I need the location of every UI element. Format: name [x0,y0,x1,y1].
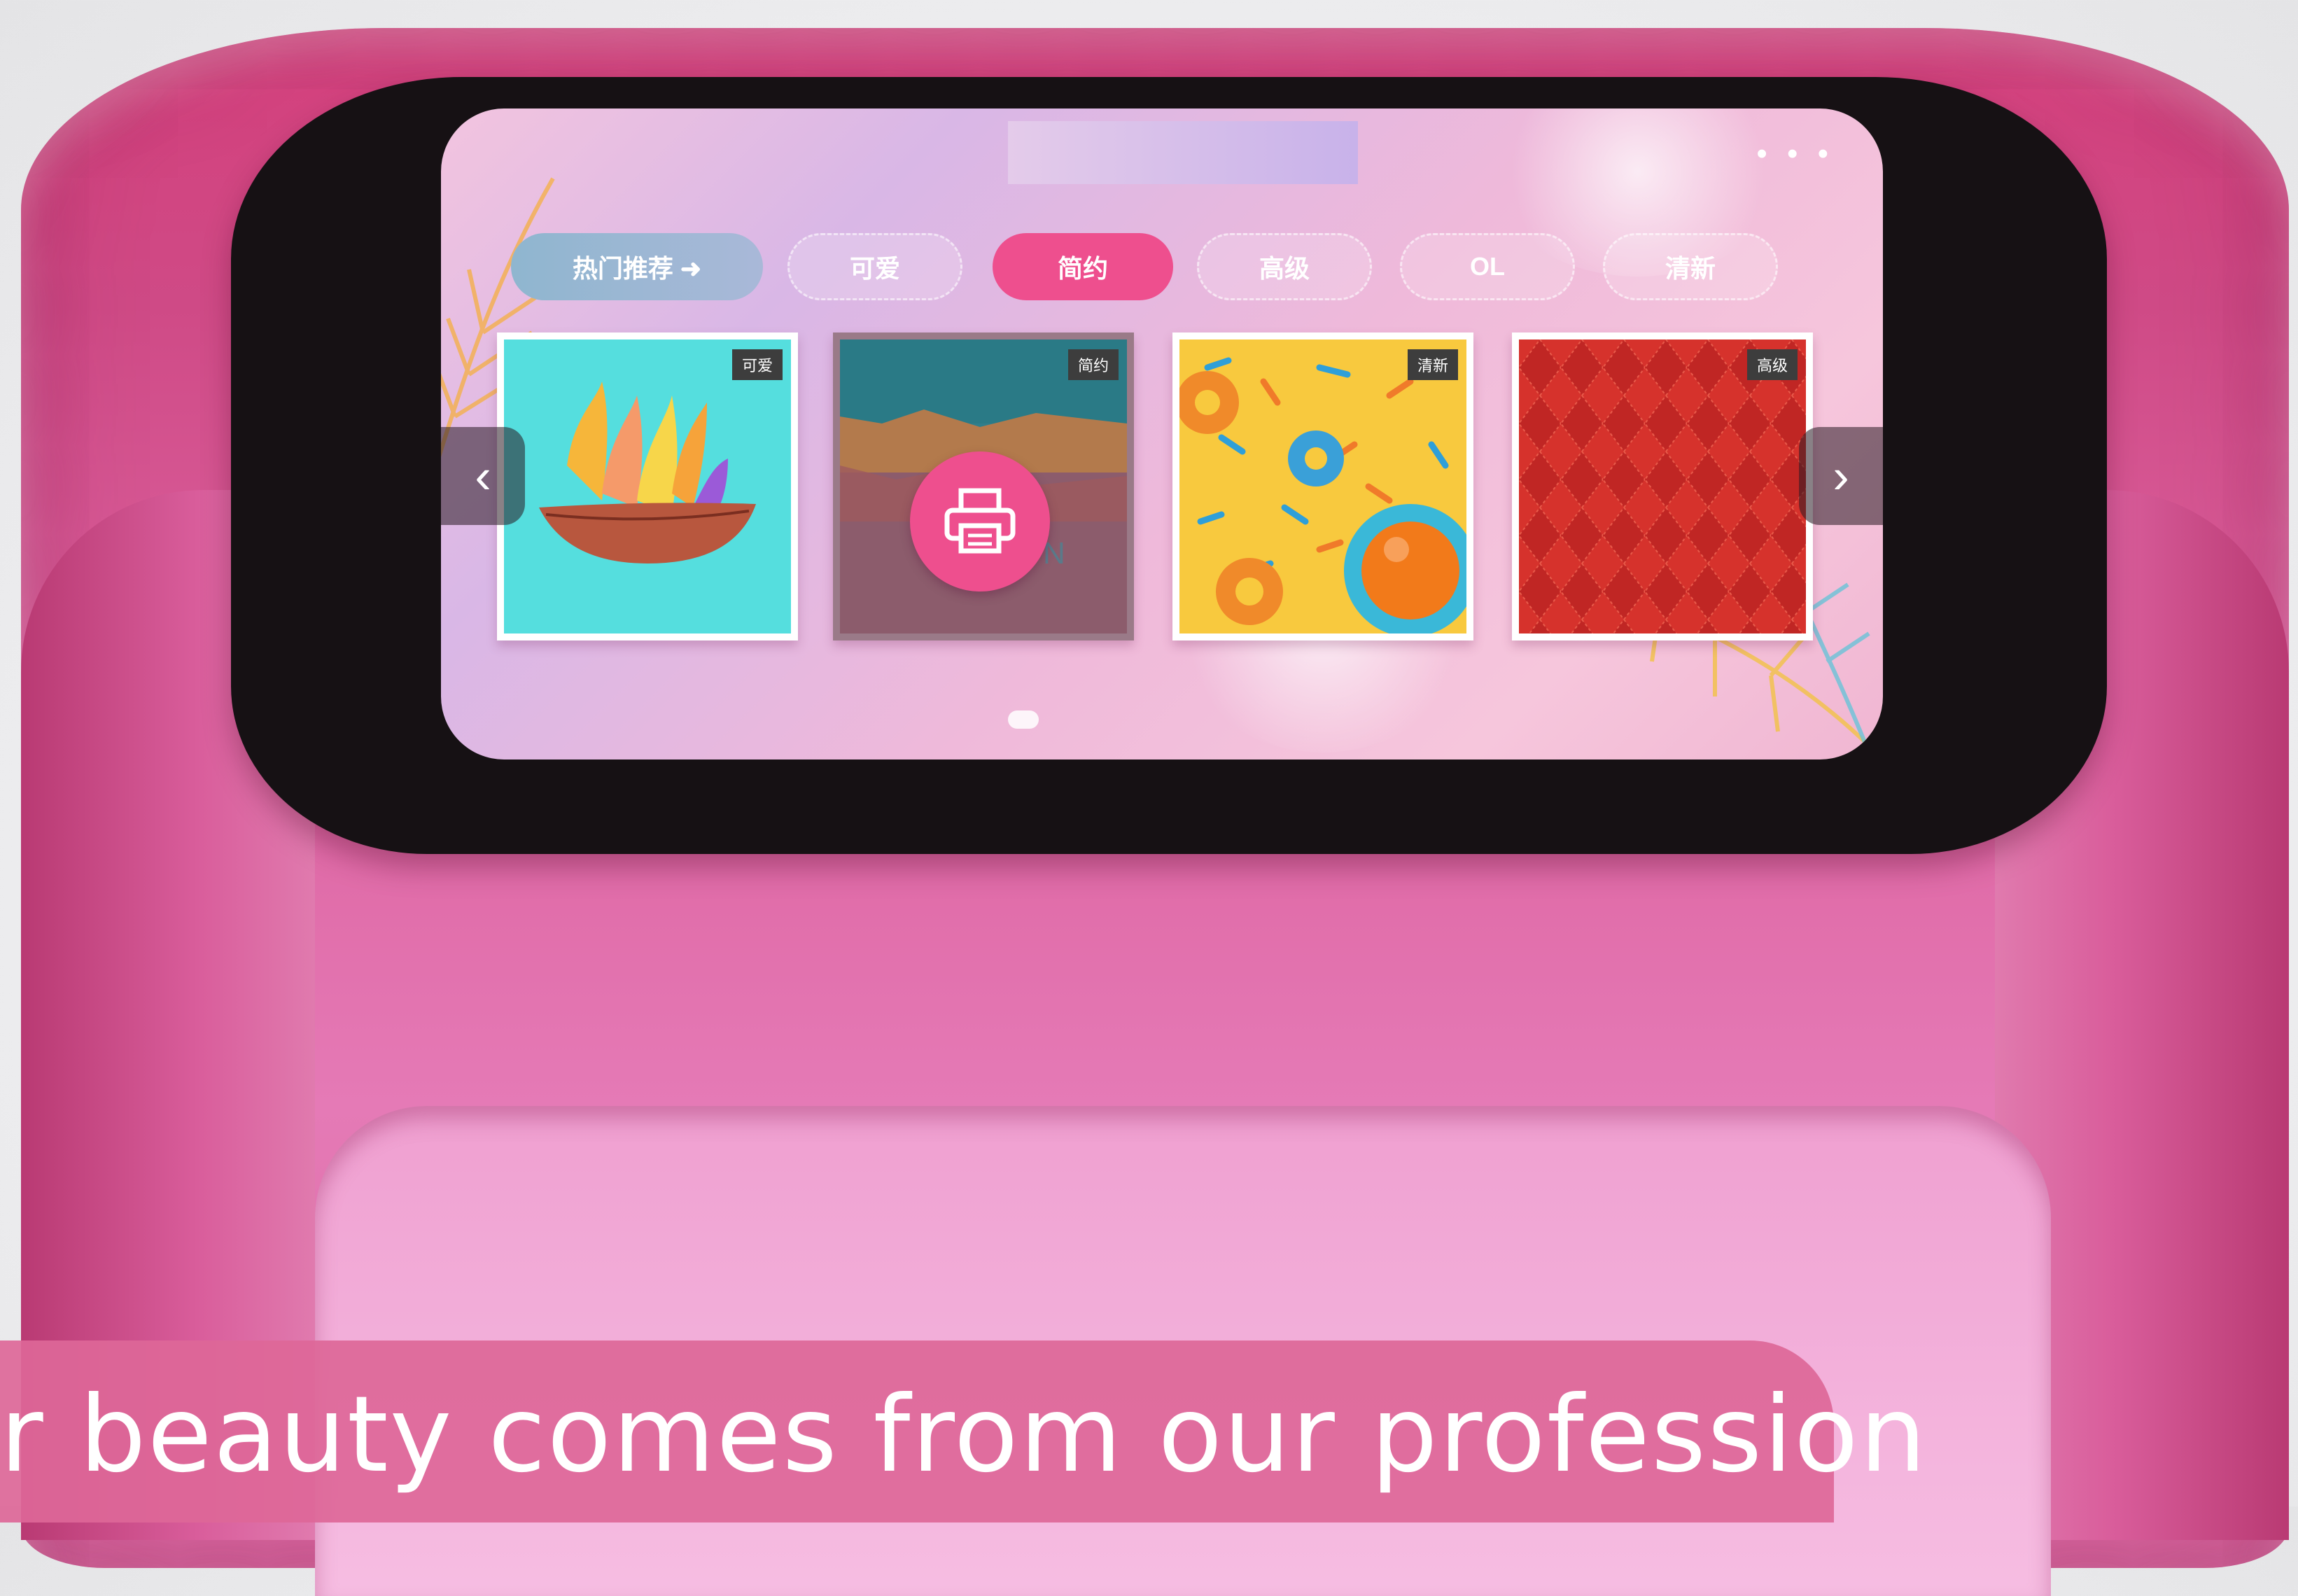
donut-pattern-icon [1179,357,1466,634]
tab-cute[interactable]: 可爱 [787,233,962,300]
title-bar [1008,121,1358,184]
card-tag: 简约 [1067,349,1119,380]
card-tag: 高级 [1746,349,1798,380]
chevron-right-icon: › [1833,449,1849,503]
card-tag: 可爱 [731,349,783,380]
design-card[interactable]: 可爱 [497,332,798,640]
argyle-pattern-icon [1519,340,1806,634]
category-tabs: 热门推荐 ➜ 可爱 简约 高级 OL 清新 [511,233,1841,303]
card-tag: 清新 [1407,349,1458,380]
print-button[interactable] [910,451,1050,592]
tab-ol[interactable]: OL [1400,233,1575,300]
tagline-text: r beauty comes from our profession [0,1374,1928,1496]
chevron-left-icon: ‹ [475,449,491,503]
next-button[interactable]: › [1799,427,1883,525]
printer-icon [944,488,1016,554]
prev-button[interactable]: ‹ [441,427,525,525]
design-carousel: 可爱 N O 简约 [497,332,1827,648]
cactus-bowl-icon [539,382,756,564]
tab-fresh[interactable]: 清新 [1603,233,1778,300]
design-card[interactable]: 高级 [1512,332,1813,640]
design-card[interactable]: 清新 [1172,332,1473,640]
design-card[interactable]: N O 简约 [833,332,1134,640]
tab-hot-recommend[interactable]: 热门推荐 ➜ [511,233,763,300]
more-dots-icon[interactable]: • • • [1756,139,1834,169]
tab-simple[interactable]: 简约 [993,233,1173,300]
carousel-page-indicator [1008,710,1039,729]
touch-screen: • • • 热门推荐 ➜ 可爱 简约 高级 OL 清新 可爱 N 简约 清新 高… [441,108,1883,760]
tab-premium[interactable]: 高级 [1197,233,1372,300]
